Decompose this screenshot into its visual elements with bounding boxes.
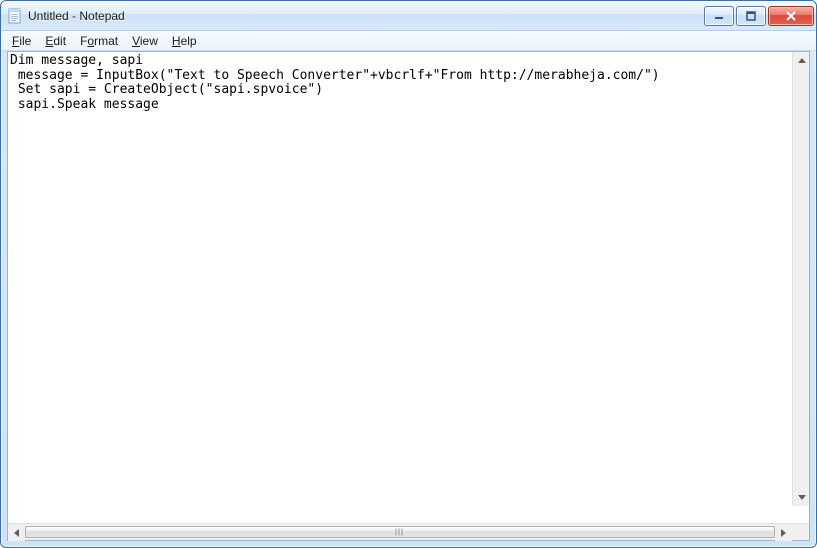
scroll-grip-icon [396, 529, 405, 536]
chevron-right-icon [781, 529, 786, 537]
minimize-button[interactable] [704, 6, 734, 26]
scroll-down-button[interactable] [793, 489, 809, 506]
menu-view-rest: iew [140, 34, 158, 48]
notepad-icon [7, 8, 23, 24]
menu-edit-rest: dit [53, 34, 66, 48]
minimize-icon [714, 11, 724, 21]
menu-edit[interactable]: Edit [38, 32, 73, 50]
window-controls [702, 6, 814, 26]
menu-view[interactable]: View [125, 32, 165, 50]
menu-help[interactable]: Help [165, 32, 204, 50]
scroll-left-button[interactable] [8, 524, 25, 541]
chevron-left-icon [14, 529, 19, 537]
text-editor[interactable] [8, 52, 809, 523]
titlebar[interactable]: Untitled - Notepad [1, 1, 816, 31]
window-title: Untitled - Notepad [28, 9, 702, 23]
maximize-icon [746, 11, 756, 21]
menu-format-rest: rmat [94, 34, 118, 48]
chevron-down-icon [798, 495, 806, 500]
menu-help-rest: elp [181, 34, 197, 48]
horizontal-scrollbar[interactable] [8, 523, 809, 540]
scroll-right-button[interactable] [775, 524, 792, 541]
client-area [7, 51, 810, 541]
vertical-scrollbar[interactable] [792, 52, 809, 506]
menu-file[interactable]: File [5, 32, 38, 50]
menu-file-rest: ile [19, 34, 31, 48]
scroll-track[interactable] [25, 524, 775, 540]
scroll-thumb[interactable] [25, 526, 775, 538]
menu-format[interactable]: Format [73, 32, 125, 50]
scroll-up-button[interactable] [793, 52, 809, 69]
close-button[interactable] [768, 6, 814, 26]
close-icon [785, 11, 797, 21]
maximize-button[interactable] [736, 6, 766, 26]
scrollbar-corner [792, 524, 809, 540]
window-frame: Untitled - Notepad File Edit Format View… [0, 0, 817, 548]
chevron-up-icon [798, 58, 806, 63]
menubar: File Edit Format View Help [1, 31, 816, 51]
editor-wrap [8, 52, 809, 523]
